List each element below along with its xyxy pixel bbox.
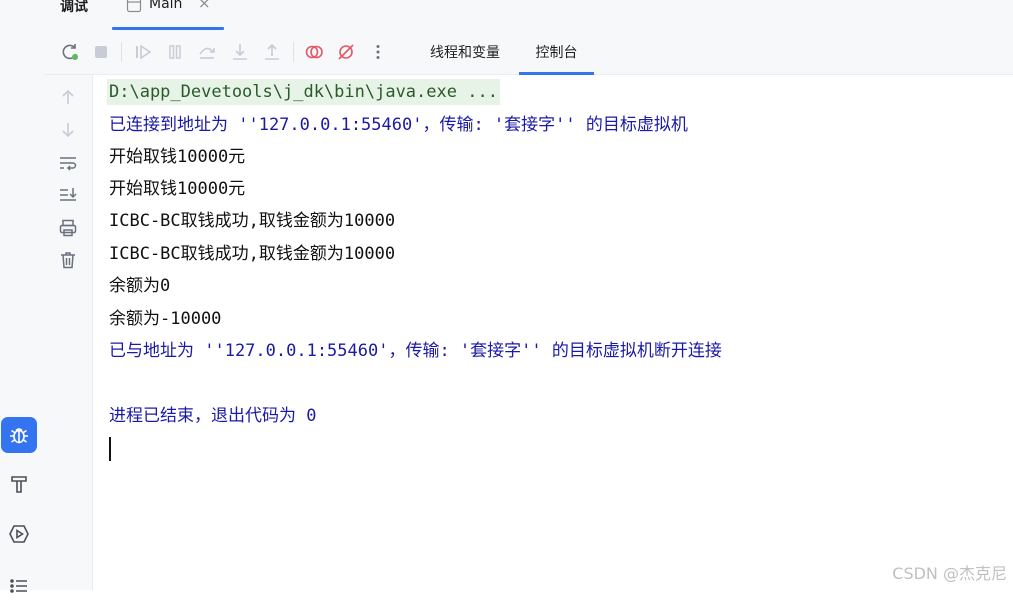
tab-threads-variables[interactable]: 线程和变量 xyxy=(415,30,515,74)
console-line-output: ICBC-BC取钱成功,取钱金额为10000 xyxy=(109,244,396,264)
tab-console[interactable]: 控制台 xyxy=(519,30,594,75)
text-cursor xyxy=(109,437,111,461)
console-line-output: 余额为-10000 xyxy=(109,309,222,329)
tool-window-stripe xyxy=(0,0,45,593)
console-output[interactable]: D:\app_Devetools\j_dk\bin\java.exe ... 已… xyxy=(93,75,1013,590)
step-over-icon[interactable] xyxy=(196,41,218,63)
resume-icon[interactable] xyxy=(132,41,154,63)
scroll-to-end-icon[interactable] xyxy=(57,184,79,206)
toolbar-separator xyxy=(121,42,122,62)
console-line-system: 已与地址为 ''127.0.0.1:55460'，传输: '套接字'' 的目标虚… xyxy=(109,341,722,361)
structure-list-icon[interactable] xyxy=(1,566,37,602)
console-line-system: 已连接到地址为 ''127.0.0.1:55460'，传输: '套接字'' 的目… xyxy=(109,115,688,135)
services-run-icon[interactable] xyxy=(1,516,37,552)
console-line-output: ICBC-BC取钱成功,取钱金额为10000 xyxy=(109,211,396,231)
tab-label: Main xyxy=(149,0,183,12)
arrow-down-icon[interactable] xyxy=(57,119,79,141)
mute-breakpoints-icon[interactable] xyxy=(335,41,357,63)
console-gutter xyxy=(44,75,93,590)
toolbar-separator xyxy=(293,42,294,62)
view-breakpoints-icon[interactable] xyxy=(303,41,325,63)
pause-icon[interactable] xyxy=(164,41,186,63)
arrow-up-icon[interactable] xyxy=(57,86,79,108)
console-line-system: 进程已结束，退出代码为 0 xyxy=(109,406,317,426)
close-icon[interactable]: × xyxy=(198,0,211,12)
debug-toolbar: 线程和变量 控制台 xyxy=(44,30,1013,75)
step-into-icon[interactable] xyxy=(229,41,251,63)
step-out-icon[interactable] xyxy=(261,41,283,63)
print-icon[interactable] xyxy=(57,217,79,239)
console-line-output: 开始取钱10000元 xyxy=(109,147,246,167)
debug-bug-icon[interactable] xyxy=(1,417,37,453)
console-line-output: 余额为0 xyxy=(109,276,171,296)
console-line-output: 开始取钱10000元 xyxy=(109,179,246,199)
soft-wrap-icon[interactable] xyxy=(57,152,79,174)
tool-window-header: 调试 Main × xyxy=(44,0,1013,30)
watermark: CSDN @杰克尼 xyxy=(892,564,1007,583)
console-line-command[interactable]: D:\app_Devetools\j_dk\bin\java.exe ... xyxy=(107,79,500,105)
build-hammer-icon[interactable] xyxy=(1,466,37,502)
more-icon[interactable] xyxy=(367,41,389,63)
stop-icon[interactable] xyxy=(90,41,112,63)
clear-all-icon[interactable] xyxy=(57,249,79,271)
tool-window-title: 调试 xyxy=(60,0,88,15)
rerun-icon[interactable] xyxy=(59,41,81,63)
file-icon xyxy=(126,0,142,17)
tab-main[interactable]: Main × xyxy=(110,0,224,30)
